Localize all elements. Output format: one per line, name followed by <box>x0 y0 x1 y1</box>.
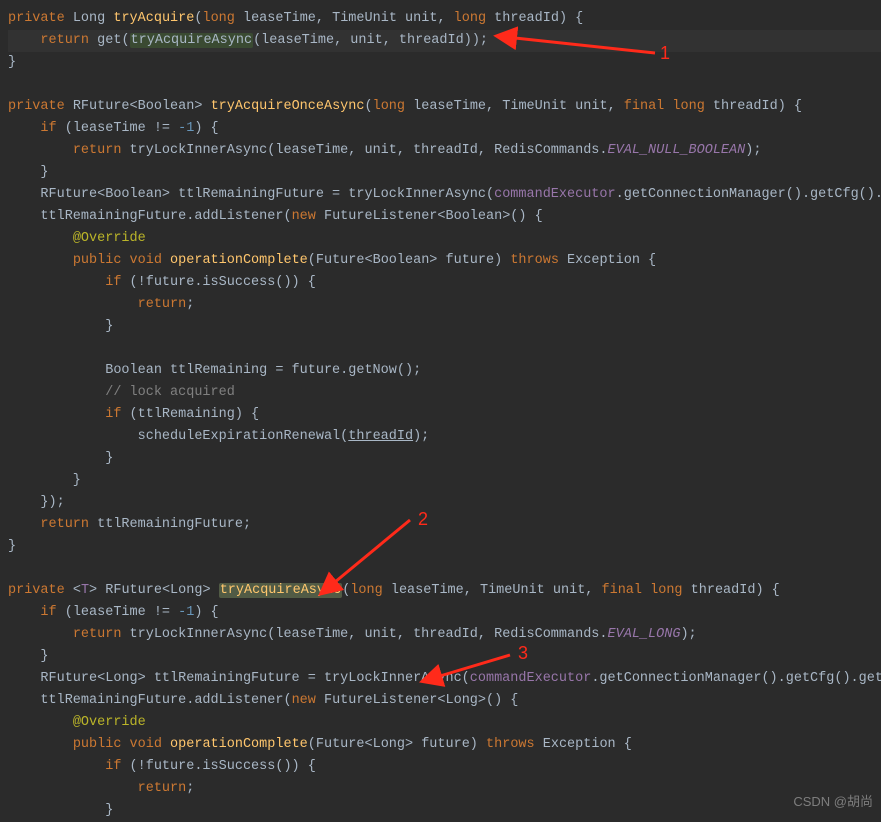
annotation-label-3: 3 <box>518 642 528 664</box>
code-line: } <box>8 803 113 818</box>
annotation-label-2: 2 <box>418 508 428 530</box>
code-line: return tryLockInnerAsync(leaseTime, unit… <box>8 143 761 158</box>
code-line: public void operationComplete(Future<Lon… <box>8 737 632 752</box>
code-line: if (!future.isSuccess()) { <box>8 759 316 774</box>
annotation-label-1: 1 <box>660 42 670 64</box>
code-line: @Override <box>8 715 146 730</box>
code-line: Boolean ttlRemaining = future.getNow(); <box>8 363 421 378</box>
code-line: scheduleExpirationRenewal(threadId); <box>8 429 429 444</box>
code-line: } <box>8 451 113 466</box>
watermark: CSDN @胡尚 <box>793 791 873 813</box>
code-line-highlighted: return get(tryAcquireAsync(leaseTime, un… <box>8 30 881 52</box>
code-line: RFuture<Long> ttlRemainingFuture = tryLo… <box>8 671 881 686</box>
code-line: return tryLockInnerAsync(leaseTime, unit… <box>8 627 697 642</box>
code-line: } <box>8 165 49 180</box>
code-line: if (!future.isSuccess()) { <box>8 275 316 290</box>
code-line: RFuture<Boolean> ttlRemainingFuture = tr… <box>8 187 881 202</box>
code-line: @Override <box>8 231 146 246</box>
code-line: ttlRemainingFuture.addListener(new Futur… <box>8 693 518 708</box>
code-line: if (leaseTime != -1) { <box>8 121 219 136</box>
code-line: if (leaseTime != -1) { <box>8 605 219 620</box>
code-editor[interactable]: private Long tryAcquire(long leaseTime, … <box>0 0 881 822</box>
code-line: return ttlRemainingFuture; <box>8 517 251 532</box>
code-line: return; <box>8 781 194 796</box>
code-line: } <box>8 539 16 554</box>
code-line: } <box>8 473 81 488</box>
code-line: } <box>8 319 113 334</box>
code-line: return; <box>8 297 194 312</box>
highlight-tryAcquireAsync: tryAcquireAsync <box>130 33 254 48</box>
code-line: private RFuture<Boolean> tryAcquireOnceA… <box>8 99 802 114</box>
highlight-tryAcquireAsync-decl: tryAcquireAsync <box>219 583 343 598</box>
code-line: private <T> RFuture<Long> tryAcquireAsyn… <box>8 583 780 598</box>
code-line: } <box>8 649 49 664</box>
code-line: ttlRemainingFuture.addListener(new Futur… <box>8 209 543 224</box>
code-line: if (ttlRemaining) { <box>8 407 259 422</box>
code-line: } <box>8 55 16 70</box>
code-line: }); <box>8 495 65 510</box>
code-line: private Long tryAcquire(long leaseTime, … <box>8 11 583 26</box>
code-line: // lock acquired <box>8 385 235 400</box>
code-line: public void operationComplete(Future<Boo… <box>8 253 656 268</box>
